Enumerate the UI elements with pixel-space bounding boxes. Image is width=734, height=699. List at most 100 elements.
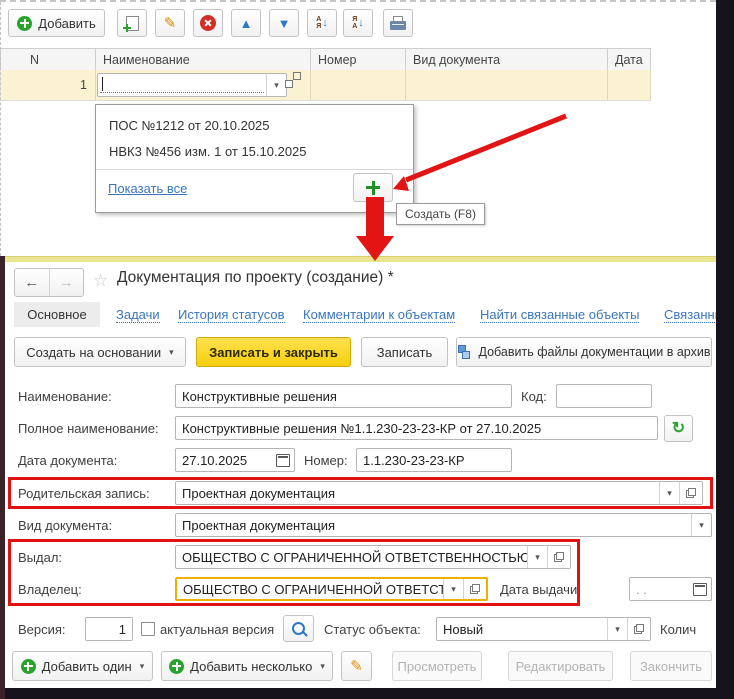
chevron-down-icon[interactable]: ▾: [608, 618, 627, 640]
move-up-button[interactable]: ▲: [231, 9, 261, 37]
add-many-button[interactable]: Добавить несколько ▾: [161, 651, 333, 681]
refresh-icon: ↻: [672, 421, 685, 437]
list-toolbar: Добавить ✎ ▲ ▼ АЯ ↓ ЯА ↓: [0, 0, 716, 48]
screenshot-root: Добавить ✎ ▲ ▼ АЯ ↓ ЯА ↓: [0, 0, 734, 699]
code-field[interactable]: [556, 384, 652, 408]
doc-date-field[interactable]: 27.10.2025: [175, 448, 295, 472]
row-name-input[interactable]: [100, 76, 264, 93]
section-divider: [0, 256, 717, 262]
issued-by-combobox[interactable]: ОБЩЕСТВО С ОГРАНИЧЕННОЙ ОТВЕТСТВЕННОСТЬЮ…: [175, 545, 571, 569]
chevron-down-icon: ▾: [320, 661, 325, 672]
edit-button[interactable]: Редактировать: [508, 651, 613, 681]
tab-main[interactable]: Основное: [14, 302, 100, 327]
back-button[interactable]: ←: [15, 269, 50, 296]
create-based-on-button[interactable]: Создать на основании▾: [14, 337, 186, 367]
show-all-link[interactable]: Показать все: [108, 181, 187, 196]
search-button[interactable]: [283, 615, 314, 642]
cell-kind: [406, 70, 608, 100]
issue-date-label: Дата выдачи:: [500, 582, 581, 597]
code-label: Код:: [521, 389, 547, 404]
archive-files-icon: [458, 345, 473, 360]
sort-asc-icon: АЯ ↓: [316, 16, 328, 30]
version-label: Версия:: [18, 622, 66, 637]
sort-asc-button[interactable]: АЯ ↓: [307, 9, 337, 37]
print-button[interactable]: [383, 9, 413, 37]
dropdown-divider: [96, 169, 413, 170]
page-title: Документация по проекту (создание) *: [117, 269, 394, 287]
edit-pencil-button[interactable]: ✎: [341, 651, 372, 681]
nav-group: ← →: [14, 268, 84, 297]
parent-combobox[interactable]: Проектная документация ▾: [175, 481, 703, 505]
tab-tasks[interactable]: Задачи: [116, 307, 160, 323]
number-label: Номер:: [304, 453, 348, 468]
search-icon: [292, 622, 305, 635]
arrow-up-icon: ▲: [240, 17, 253, 30]
suggestion-dropdown: ПОС №1212 от 20.10.2025 НВК3 №456 изм. 1…: [95, 104, 414, 213]
create-tooltip: Создать (F8): [396, 203, 485, 225]
tab-comments[interactable]: Комментарии к объектам: [303, 307, 455, 323]
doc-kind-combobox[interactable]: Проектная документация ▾: [175, 513, 712, 537]
save-button[interactable]: Записать: [361, 337, 448, 367]
create-new-button[interactable]: [353, 173, 393, 202]
frame-right-border: [716, 0, 734, 699]
calendar-icon[interactable]: [689, 578, 711, 600]
cell-date: [608, 70, 651, 100]
open-value-icon[interactable]: [548, 546, 570, 568]
back-arrow-icon: ←: [24, 274, 39, 291]
save-and-close-button[interactable]: Записать и закрыть: [196, 337, 351, 367]
delete-row-button[interactable]: [193, 9, 223, 37]
move-down-button[interactable]: ▼: [269, 9, 299, 37]
suggestion-item[interactable]: НВК3 №456 изм. 1 от 15.10.2025: [96, 139, 413, 163]
chevron-down-icon[interactable]: ▾: [267, 74, 286, 96]
doc-kind-label: Вид документа:: [18, 518, 112, 533]
status-label: Статус объекта:: [324, 622, 421, 637]
frame-left-border-top: [0, 2, 1, 256]
view-button[interactable]: Просмотреть: [392, 651, 482, 681]
suggestion-item[interactable]: ПОС №1212 от 20.10.2025: [96, 113, 413, 137]
col-n: N: [1, 49, 96, 71]
status-combobox[interactable]: Новый ▾: [436, 617, 651, 641]
open-value-icon[interactable]: [628, 618, 650, 640]
plus-circle-icon: [21, 659, 36, 674]
pencil-icon: ✎: [164, 16, 177, 31]
name-label: Наименование:: [18, 389, 112, 404]
col-name: Наименование: [96, 49, 311, 71]
full-name-field[interactable]: Конструктивные решения №1.1.230-23-23-КР…: [175, 416, 658, 440]
chevron-down-icon[interactable]: ▾: [444, 579, 463, 599]
cell-n: 1: [1, 70, 96, 100]
col-kind: Вид документа: [406, 49, 608, 71]
version-field[interactable]: 1: [85, 617, 133, 641]
copy-document-icon: [126, 16, 139, 31]
favorite-star-icon[interactable]: ☆: [93, 272, 108, 289]
issued-by-label: Выдал:: [18, 550, 62, 565]
delete-cross-icon: [200, 15, 216, 31]
calendar-icon[interactable]: [272, 449, 294, 471]
chevron-down-icon[interactable]: ▾: [528, 546, 547, 568]
add-row-label: Добавить: [38, 16, 95, 31]
forward-button[interactable]: →: [50, 269, 84, 296]
chevron-down-icon[interactable]: ▾: [660, 482, 679, 504]
quantity-label: Колич: [660, 622, 715, 637]
printer-icon: [390, 21, 406, 30]
sort-desc-button[interactable]: ЯА ↓: [343, 9, 373, 37]
open-value-icon[interactable]: [464, 579, 486, 599]
number-field[interactable]: 1.1.230-23-23-КР: [356, 448, 512, 472]
issue-date-field[interactable]: . .: [629, 577, 712, 601]
add-row-button[interactable]: Добавить: [8, 9, 105, 37]
edit-row-button[interactable]: ✎: [155, 9, 185, 37]
refresh-full-name-button[interactable]: ↻: [664, 415, 693, 442]
plus-circle-icon: [169, 659, 184, 674]
actual-version-checkbox[interactable]: [141, 622, 155, 636]
copy-row-button[interactable]: [117, 9, 147, 37]
add-files-button[interactable]: Добавить файлы документации в архив: [456, 337, 712, 367]
owner-combobox[interactable]: ОБЩЕСТВО С ОГРАНИЧЕННОЙ ОТВЕТСТВЕ ▾: [175, 577, 488, 601]
name-field[interactable]: Конструктивные решения: [175, 384, 512, 408]
add-one-button[interactable]: Добавить один ▾: [12, 651, 153, 681]
plus-circle-icon: [17, 16, 32, 31]
tab-status-history[interactable]: История статусов: [178, 307, 285, 323]
row-name-combobox[interactable]: ▾: [97, 73, 287, 97]
finish-button[interactable]: Закончить: [630, 651, 712, 681]
open-value-icon[interactable]: [680, 482, 702, 504]
tab-find-related[interactable]: Найти связанные объекты: [480, 307, 639, 323]
chevron-down-icon[interactable]: ▾: [692, 514, 711, 536]
